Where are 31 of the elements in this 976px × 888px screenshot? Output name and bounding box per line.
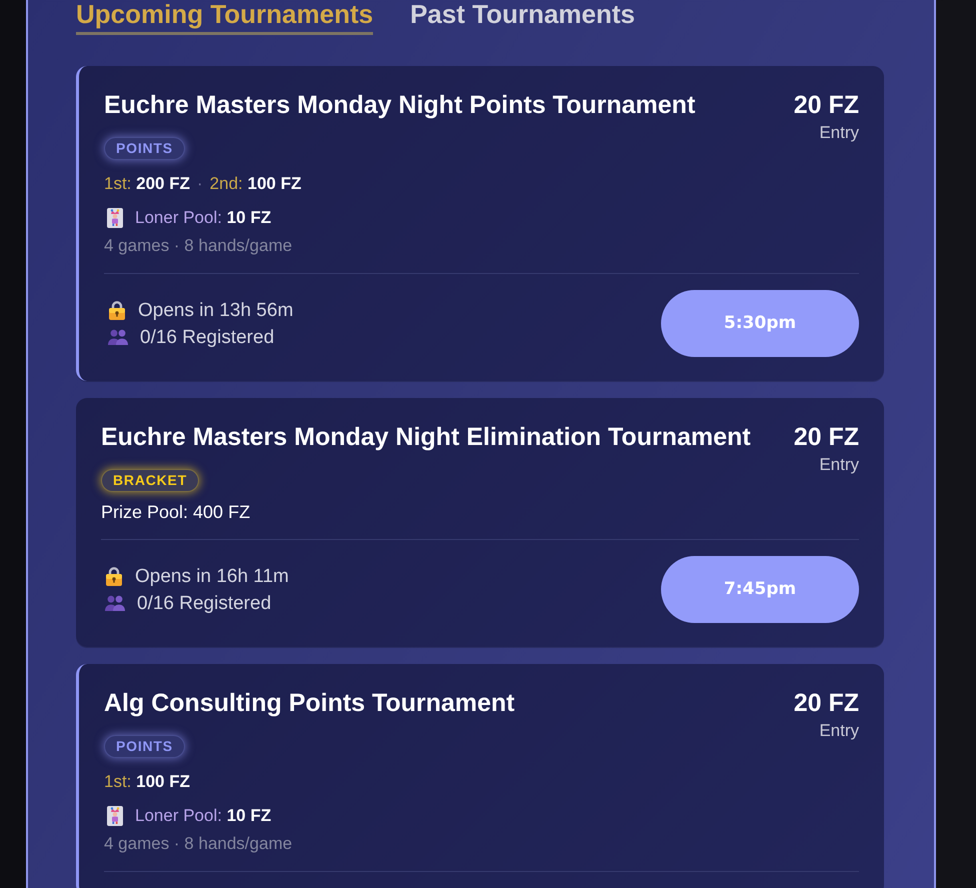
tournament-title: Euchre Masters Monday Night Points Tournament xyxy=(104,90,696,120)
prize-line: 1st: 200 FZ · 2nd: 100 FZ xyxy=(104,173,302,195)
people-icon xyxy=(105,595,125,611)
type-badge: POINTS xyxy=(104,137,185,160)
type-badge: POINTS xyxy=(104,735,185,758)
entry-label: Entry xyxy=(819,454,859,476)
format-text: 4 games · 8 hands/game xyxy=(104,833,292,855)
tournament-title: Alg Consulting Points Tournament xyxy=(104,688,515,718)
entry-label: Entry xyxy=(819,122,859,144)
type-badge: BRACKET xyxy=(101,469,200,492)
tab[interactable]: Upcoming Tournaments xyxy=(76,0,374,35)
lock-icon xyxy=(105,566,123,586)
loner-pool-text: Loner Pool: 10 FZ xyxy=(135,805,272,827)
opens-countdown: Opens in 16h 11m xyxy=(135,564,289,588)
tab[interactable]: Past Tournaments xyxy=(410,0,635,35)
opens-countdown: Opens in 13h 56m xyxy=(138,298,294,322)
loner-pool-text: Loner Pool: 10 FZ xyxy=(135,207,272,229)
registered-count: 0/16 Registered xyxy=(137,592,272,616)
joker-card-icon xyxy=(107,208,123,228)
entry-fee: 20 FZ xyxy=(794,90,859,120)
format-text: 4 games · 8 hands/game xyxy=(104,235,292,257)
entry-fee: 20 FZ xyxy=(794,422,859,452)
lock-icon xyxy=(108,300,126,320)
registered-count: 0/16 Registered xyxy=(140,326,274,350)
prize-line: 1st: 100 FZ xyxy=(104,771,190,793)
tournament-title: Euchre Masters Monday Night Elimination Tournament xyxy=(101,422,751,452)
entry-label: Entry xyxy=(819,720,859,742)
entry-fee: 20 FZ xyxy=(794,688,859,718)
prize-pool-text: Prize Pool: 400 FZ xyxy=(101,501,250,524)
people-icon xyxy=(108,329,128,345)
joker-card-icon xyxy=(107,806,123,826)
